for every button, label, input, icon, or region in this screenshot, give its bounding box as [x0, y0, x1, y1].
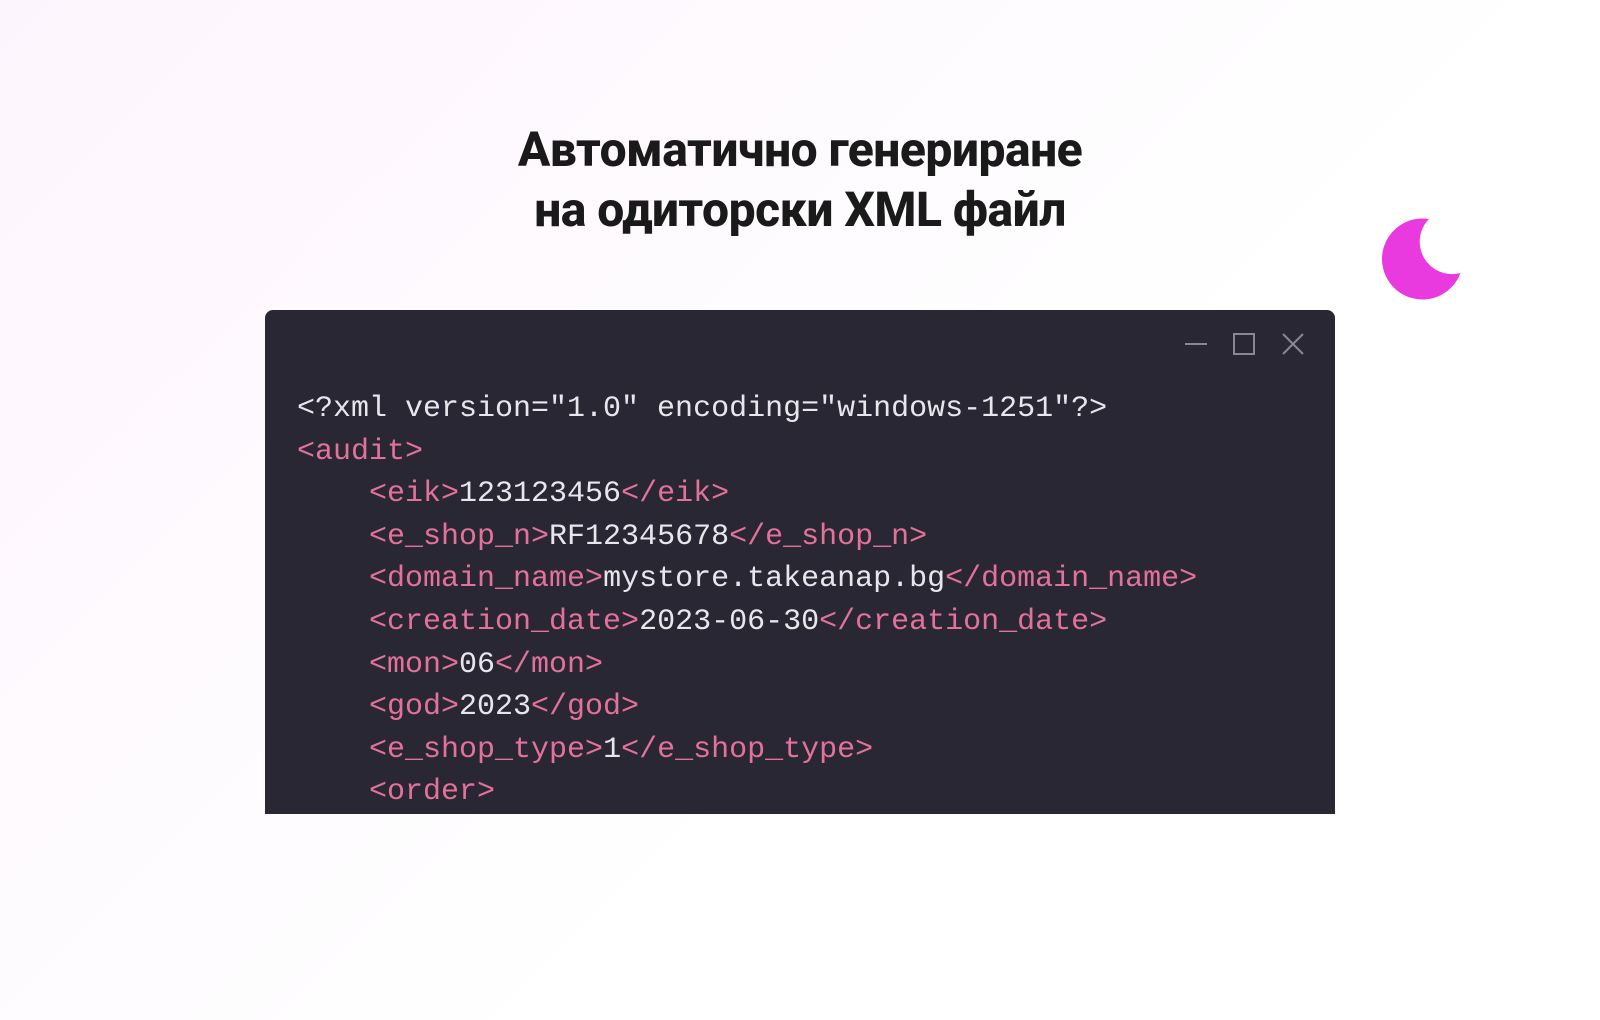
cdate-open-tag: <creation_date> — [369, 605, 639, 639]
title-line-1: Автоматично генериране — [518, 121, 1082, 178]
eshoptype-open-tag: <e_shop_type> — [369, 733, 603, 767]
page-title: Автоматично генериране на одиторски XML … — [0, 120, 1600, 240]
god-value: 2023 — [459, 690, 531, 724]
cdate-value: 2023-06-30 — [639, 605, 819, 639]
eshopn-open-tag: <e_shop_n> — [369, 520, 549, 554]
eik-value: 123123456 — [459, 477, 621, 511]
maximize-icon[interactable] — [1231, 331, 1257, 357]
eshoptype-value: 1 — [603, 733, 621, 767]
minimize-icon[interactable] — [1183, 331, 1209, 357]
mon-close-tag: </mon> — [495, 648, 603, 682]
order-open-tag: <order> — [369, 775, 495, 809]
audit-open-tag: <audit> — [297, 435, 423, 469]
title-line-2: на одиторски XML файл — [534, 181, 1066, 238]
cdate-close-tag: </creation_date> — [819, 605, 1107, 639]
eik-close-tag: </eik> — [621, 477, 729, 511]
xml-declaration: <?xml version="1.0" encoding="windows-12… — [297, 392, 1107, 426]
xml-code: <?xml version="1.0" encoding="windows-12… — [265, 368, 1335, 814]
god-open-tag: <god> — [369, 690, 459, 724]
moon-icon — [1375, 210, 1465, 300]
eshopn-value: RF12345678 — [549, 520, 729, 554]
god-close-tag: </god> — [531, 690, 639, 724]
mon-value: 06 — [459, 648, 495, 682]
code-window: <?xml version="1.0" encoding="windows-12… — [265, 310, 1335, 814]
close-icon[interactable] — [1279, 330, 1307, 358]
window-controls — [265, 310, 1335, 368]
eshoptype-close-tag: </e_shop_type> — [621, 733, 873, 767]
domain-open-tag: <domain_name> — [369, 562, 603, 596]
eshopn-close-tag: </e_shop_n> — [729, 520, 927, 554]
domain-close-tag: </domain_name> — [945, 562, 1197, 596]
mon-open-tag: <mon> — [369, 648, 459, 682]
eik-open-tag: <eik> — [369, 477, 459, 511]
domain-value: mystore.takeanap.bg — [603, 562, 945, 596]
